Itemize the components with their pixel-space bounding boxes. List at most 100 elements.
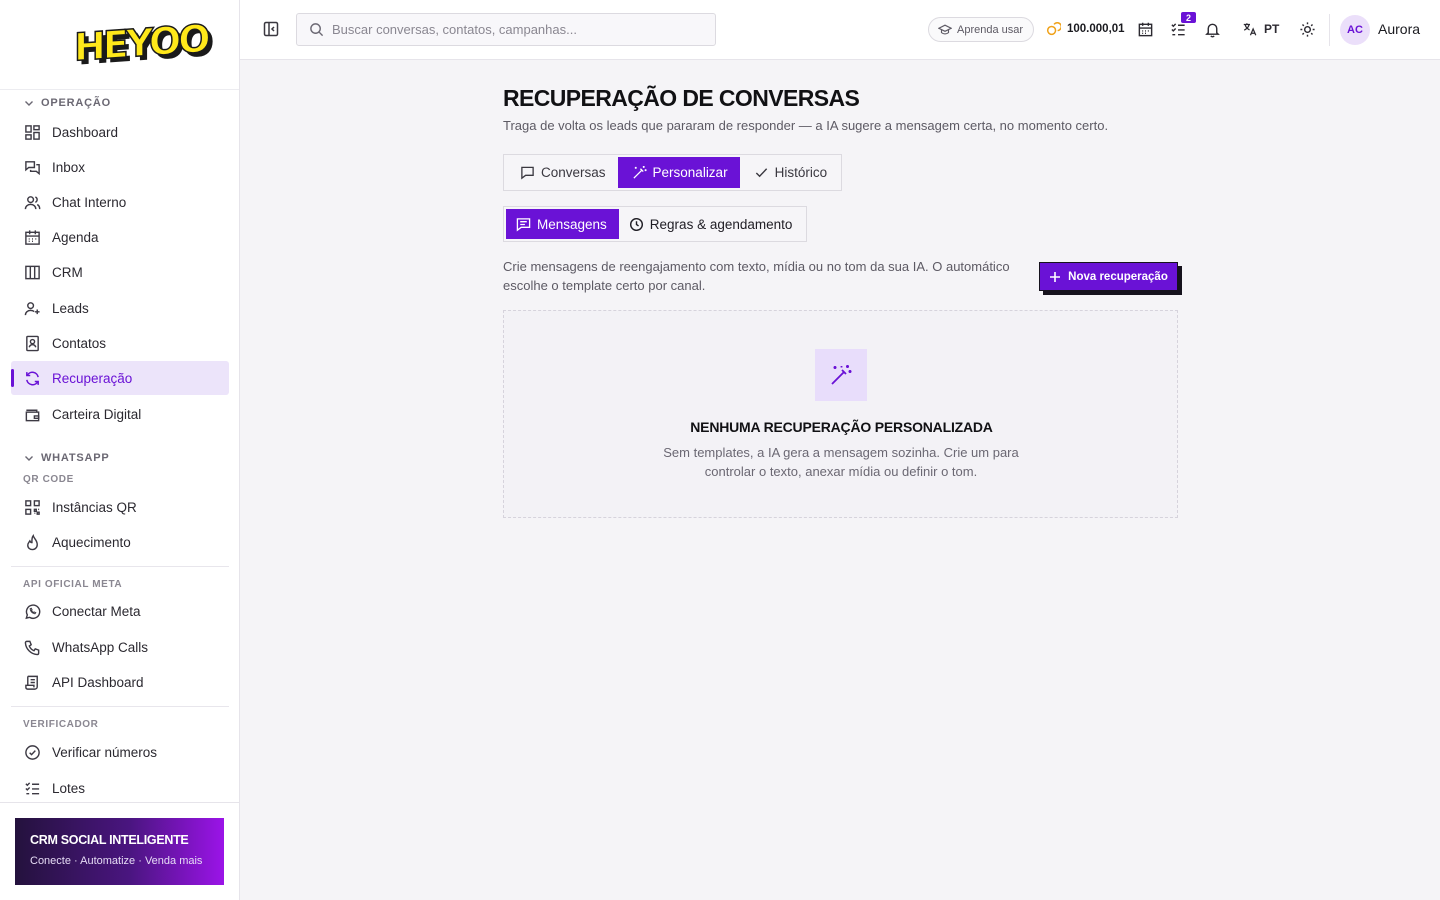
- main-tabs: Conversas Personalizar Histórico: [503, 154, 843, 191]
- sidebar-item-carteira[interactable]: Carteira Digital: [11, 397, 229, 431]
- flame-icon: [23, 533, 41, 551]
- tab-regras-agendamento[interactable]: Regras & agendamento: [619, 209, 805, 239]
- page-title: RECUPERAÇÃO DE CONVERSAS: [503, 85, 860, 111]
- messages-icon: [23, 158, 41, 176]
- sidebar-nav[interactable]: OPERAÇÃO Dashboard Inbox Chat Interno Ag…: [0, 90, 240, 802]
- user-name[interactable]: Aurora: [1378, 21, 1420, 37]
- topbar: Aprenda usar 100.000,01 2 PT AC Aurora: [240, 0, 1440, 60]
- dashboard-icon: [23, 123, 41, 141]
- plus-icon: [1049, 271, 1061, 283]
- sidebar-item-label: Agenda: [52, 229, 99, 245]
- sidebar-item-agenda[interactable]: Agenda: [11, 220, 229, 254]
- sidebar-item-label: Lotes: [52, 780, 86, 796]
- magic-wand-icon: [815, 349, 867, 401]
- sidebar-item-label: CRM: [52, 264, 83, 280]
- sidebar-item-lotes[interactable]: Lotes: [11, 771, 229, 802]
- logo-text: HEYOO: [73, 15, 208, 70]
- user-separator: [1329, 14, 1330, 46]
- users-icon: [23, 193, 41, 211]
- sidebar-item-label: Dashboard: [52, 124, 119, 140]
- credits-balance[interactable]: 100.000,01: [1046, 21, 1125, 36]
- translate-icon: [1242, 21, 1258, 37]
- user-plus-icon: [23, 299, 41, 317]
- sidebar-item-label: Chat Interno: [52, 194, 127, 210]
- empty-state-title: NENHUMA RECUPERAÇÃO PERSONALIZADA: [690, 419, 993, 435]
- sidebar-item-chat-interno[interactable]: Chat Interno: [11, 185, 229, 219]
- sidebar-item-recuperacao[interactable]: Recuperação: [11, 361, 229, 395]
- sidebar-item-contatos[interactable]: Contatos: [11, 326, 229, 360]
- calendar-icon[interactable]: [1137, 21, 1154, 38]
- tab-historico[interactable]: Histórico: [740, 157, 840, 188]
- calendar-icon: [23, 228, 41, 246]
- empty-state-text: Sem templates, a IA gera a mensagem sozi…: [663, 445, 1019, 479]
- kanban-columns-icon: [23, 263, 41, 281]
- clock-icon: [629, 217, 644, 232]
- whatsapp-icon: [23, 602, 41, 620]
- contact-book-icon: [23, 334, 41, 352]
- logo-area: HEYOO HEYOO: [0, 0, 239, 90]
- sidebar-item-instancias-qr[interactable]: Instâncias QR: [11, 490, 229, 524]
- learn-button[interactable]: Aprenda usar: [928, 17, 1035, 42]
- sidebar-item-aquecimento[interactable]: Aquecimento: [11, 525, 229, 559]
- section-operacao-label: OPERAÇÃO: [41, 97, 111, 109]
- credits-value: 100.000,01: [1067, 22, 1125, 35]
- page-subtitle: Traga de volta os leads que pararam de r…: [503, 118, 1109, 133]
- sidebar-item-label: API Dashboard: [52, 674, 144, 690]
- section-whatsapp-toggle[interactable]: WHATSAPP: [0, 446, 240, 470]
- sidebar-divider: [11, 706, 229, 707]
- message-lines-icon: [516, 217, 531, 232]
- tab-personalizar[interactable]: Personalizar: [617, 157, 740, 188]
- sidebar-item-leads[interactable]: Leads: [11, 291, 229, 325]
- sub-tabs: Mensagens Regras & agendamento: [503, 206, 808, 242]
- sidebar-item-label: Conectar Meta: [52, 603, 141, 619]
- nova-recuperacao-button[interactable]: Nova recuperação: [1039, 262, 1178, 291]
- tab-label: Histórico: [774, 165, 828, 180]
- section-description: Crie mensagens de reengajamento com text…: [503, 259, 1010, 293]
- tab-mensagens[interactable]: Mensagens: [506, 209, 619, 239]
- tab-conversas[interactable]: Conversas: [506, 157, 618, 188]
- search-input[interactable]: [332, 22, 692, 37]
- sidebar-item-crm[interactable]: CRM: [11, 255, 229, 289]
- sidebar-item-label: WhatsApp Calls: [52, 639, 149, 655]
- sidebar-item-conectar-meta[interactable]: Conectar Meta: [11, 594, 229, 628]
- qr-code-icon: [23, 498, 41, 516]
- learn-label: Aprenda usar: [957, 23, 1024, 36]
- tasks-icon[interactable]: [1170, 21, 1187, 38]
- message-square-icon: [520, 165, 535, 180]
- sidebar-item-verificar-numeros[interactable]: Verificar números: [11, 735, 229, 769]
- promo-banner[interactable]: CRM SOCIAL INTELIGENTE Conecte · Automat…: [15, 818, 224, 885]
- phone-icon: [23, 638, 41, 656]
- button-label: Nova recuperação: [1068, 270, 1168, 283]
- section-whatsapp-label: WHATSAPP: [41, 452, 110, 464]
- sidebar-item-label: Inbox: [52, 159, 86, 175]
- subsection-api-meta: API OFICIAL META: [23, 578, 123, 590]
- magic-wand-icon: [632, 165, 647, 180]
- tab-label: Mensagens: [537, 216, 607, 232]
- language-selector[interactable]: PT: [1242, 21, 1279, 37]
- coins-icon: [1046, 21, 1062, 36]
- bell-icon[interactable]: [1204, 21, 1221, 38]
- section-operacao-toggle[interactable]: OPERAÇÃO: [0, 91, 240, 115]
- sidebar: HEYOO HEYOO OPERAÇÃO Dashboard Inbox Cha…: [0, 0, 240, 900]
- sidebar-collapse-icon[interactable]: [262, 20, 280, 38]
- empty-state: NENHUMA RECUPERAÇÃO PERSONALIZADA Sem te…: [503, 310, 1178, 518]
- sun-icon[interactable]: [1299, 21, 1316, 38]
- sidebar-item-label: Recuperação: [52, 370, 133, 386]
- heyoo-logo[interactable]: HEYOO HEYOO: [73, 15, 211, 73]
- chevron-down-icon: [25, 456, 33, 461]
- sidebar-divider: [11, 566, 229, 567]
- sidebar-item-api-dashboard[interactable]: API Dashboard: [11, 665, 229, 699]
- tab-label: Personalizar: [652, 165, 728, 180]
- avatar[interactable]: AC: [1340, 15, 1370, 45]
- sidebar-item-label: Aquecimento: [52, 534, 131, 550]
- sidebar-item-dashboard[interactable]: Dashboard: [11, 115, 229, 149]
- subsection-verificador: VERIFICADOR: [23, 718, 99, 730]
- promo-subtitle: Conecte · Automatize · Venda mais: [30, 855, 203, 867]
- sidebar-item-whatsapp-calls[interactable]: WhatsApp Calls: [11, 630, 229, 664]
- check-icon: [754, 165, 769, 180]
- sidebar-item-inbox[interactable]: Inbox: [11, 150, 229, 184]
- search-box[interactable]: [296, 13, 716, 46]
- sidebar-item-label: Verificar números: [52, 744, 158, 760]
- sidebar-footer-divider: [0, 802, 240, 803]
- refresh-icon: [23, 369, 41, 387]
